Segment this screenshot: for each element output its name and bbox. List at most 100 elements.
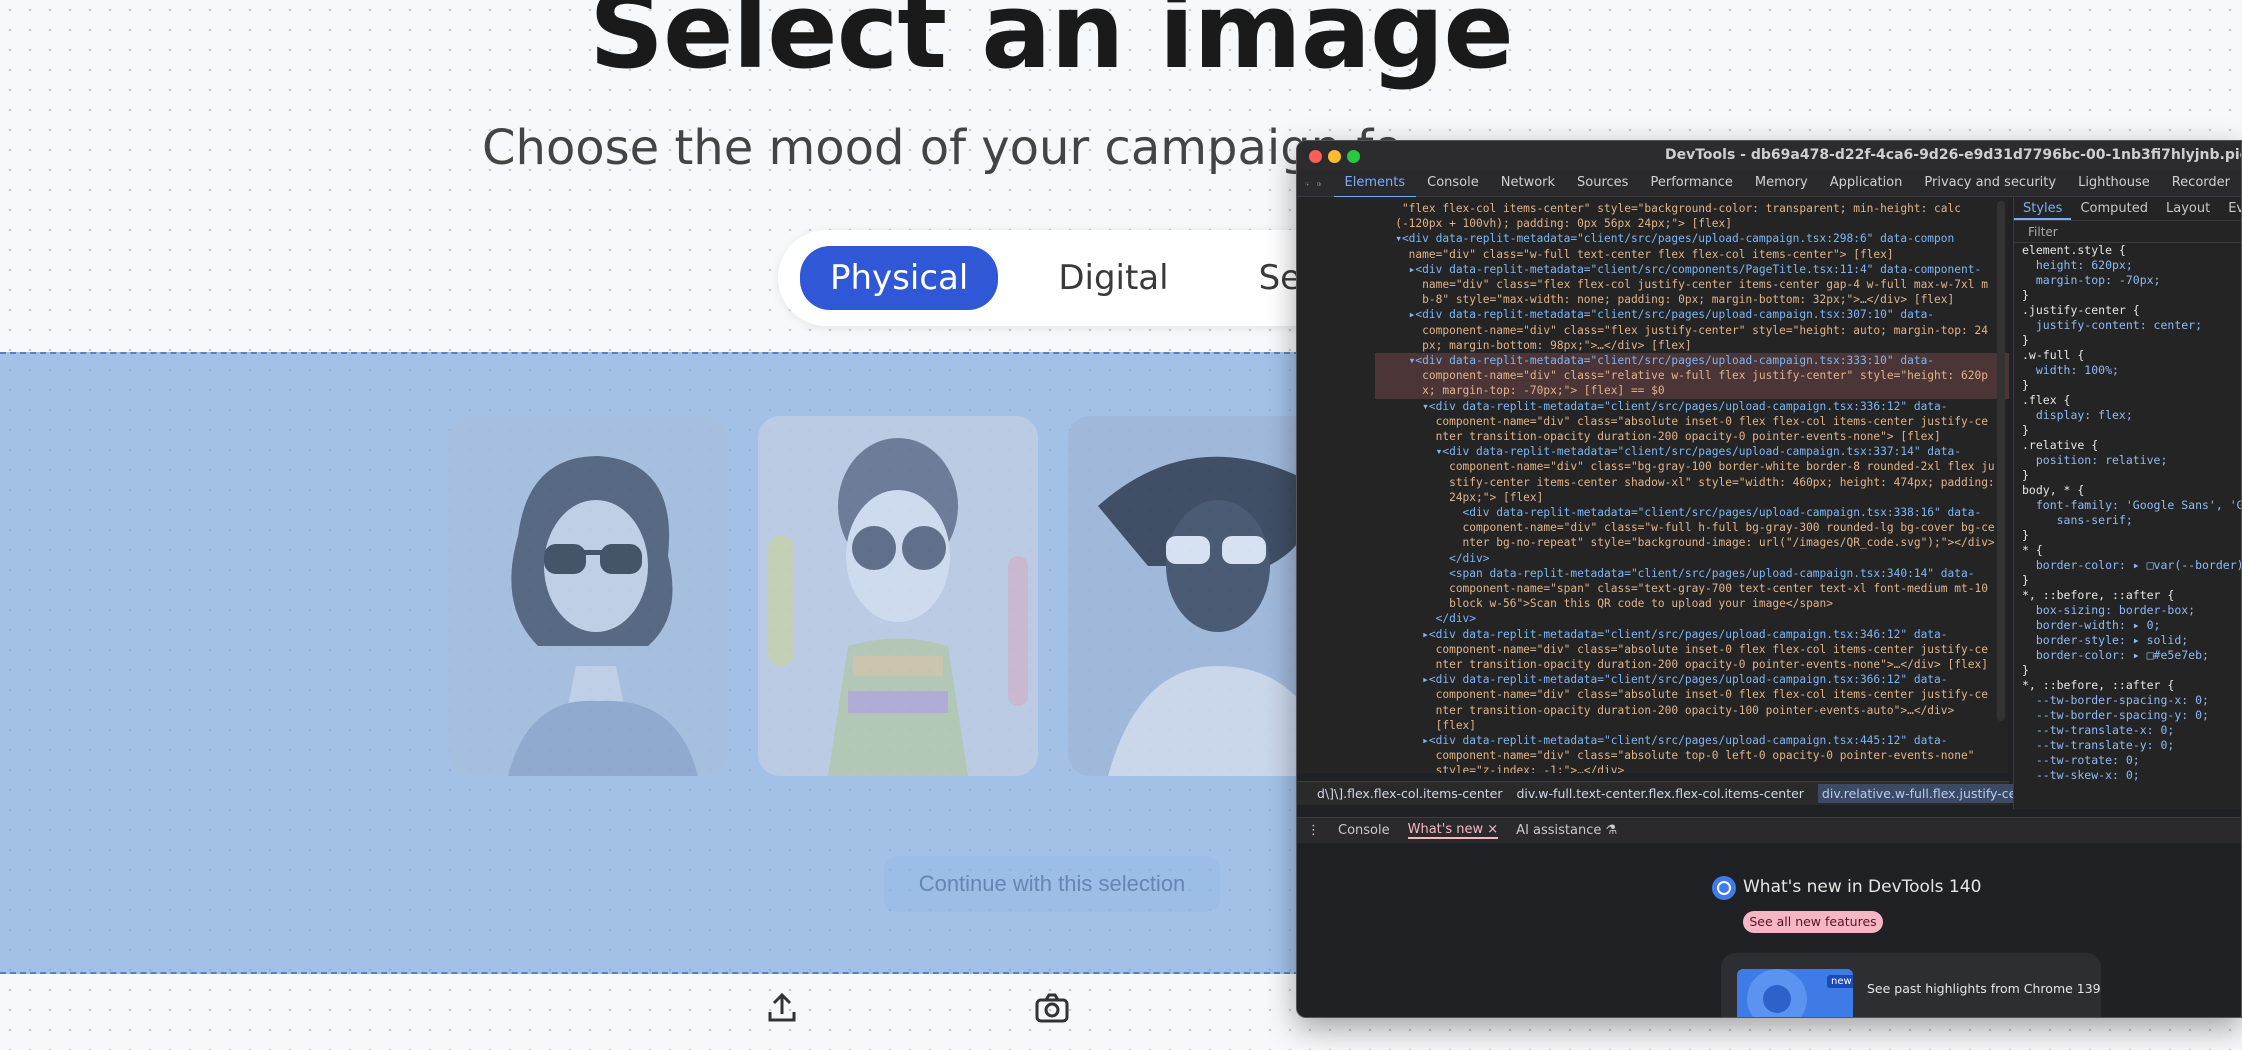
- devtools-tab-recorder[interactable]: Recorder: [2161, 170, 2241, 198]
- dom-node-line[interactable]: </div>: [1375, 551, 2009, 566]
- styles-filter-input[interactable]: Filter: [2014, 221, 2241, 243]
- dom-node-line[interactable]: component-name="div" class="flex justify…: [1375, 323, 2009, 338]
- dom-node-line[interactable]: block w-56">Scan this QR code to upload …: [1375, 596, 2009, 611]
- dom-node-line[interactable]: ▾<div data-replit-metadata="client/src/p…: [1375, 353, 2009, 369]
- styles-tab-computed[interactable]: Computed: [2071, 197, 2157, 220]
- style-rule-line[interactable]: }: [2014, 468, 2241, 483]
- minimize-window-icon[interactable]: [1328, 150, 1341, 163]
- style-rule-line[interactable]: margin-top: -70px;: [2014, 273, 2241, 288]
- devtools-tab-memory[interactable]: Memory: [1744, 170, 1819, 198]
- style-rule-line[interactable]: .relative {: [2014, 438, 2241, 453]
- style-rule-line[interactable]: }: [2014, 573, 2241, 588]
- style-rule-line[interactable]: border-style: ▸ solid;: [2014, 633, 2241, 648]
- devtools-tab-console[interactable]: Console: [1416, 170, 1490, 198]
- style-rule-line[interactable]: }: [2014, 288, 2241, 303]
- dom-node-line[interactable]: 24px;"> [flex]: [1375, 490, 2009, 505]
- style-rule-line[interactable]: }: [2014, 528, 2241, 543]
- dom-node-line[interactable]: component-name="div" class="absolute ins…: [1375, 687, 2009, 702]
- styles-tab-even[interactable]: Even: [2219, 197, 2241, 220]
- dom-node-line[interactable]: x; margin-top: -70px;"> [flex] == $0: [1375, 383, 2009, 399]
- style-rule-line[interactable]: body, * {: [2014, 483, 2241, 498]
- devtools-tab-lighthouse[interactable]: Lighthouse: [2067, 170, 2161, 198]
- style-rule-line[interactable]: display: flex;: [2014, 408, 2241, 423]
- dom-node-line[interactable]: component-name="span" class="text-gray-7…: [1375, 581, 2009, 596]
- upload-icon[interactable]: [762, 988, 802, 1028]
- devtools-tab-application[interactable]: Application: [1819, 170, 1914, 198]
- dom-node-line[interactable]: [flex]: [1375, 718, 2009, 733]
- style-rule-line[interactable]: font-family: 'Google Sans', 'Goo: [2014, 498, 2241, 513]
- dom-node-line[interactable]: nter bg-no-repeat" style="background-ima…: [1375, 535, 2009, 550]
- devtools-tab-sources[interactable]: Sources: [1566, 170, 1639, 198]
- style-rule-line[interactable]: --tw-border-spacing-x: 0;: [2014, 693, 2241, 708]
- dom-node-line[interactable]: "flex flex-col items-center" style="back…: [1375, 201, 2009, 216]
- camera-icon[interactable]: [1032, 988, 1072, 1028]
- breadcrumb-item[interactable]: d\]\].flex.flex-col.items-center: [1317, 786, 1503, 801]
- style-rule-line[interactable]: width: 100%;: [2014, 363, 2241, 378]
- dom-node-line[interactable]: (-120px + 100vh); padding: 0px 56px 24px…: [1375, 216, 2009, 231]
- dom-node-line[interactable]: name="div" class="flex flex-col justify-…: [1375, 277, 2009, 292]
- dom-node-line[interactable]: ▾<div data-replit-metadata="client/src/p…: [1375, 231, 2009, 246]
- style-rule-line[interactable]: box-sizing: border-box;: [2014, 603, 2241, 618]
- past-highlights-card[interactable]: new See past highlights from Chrome 139: [1721, 953, 2101, 1017]
- maximize-window-icon[interactable]: [1347, 150, 1360, 163]
- style-rule-line[interactable]: border-color: ▸ □var(--border);: [2014, 558, 2241, 573]
- dom-node-line[interactable]: nter transition-opacity duration-200 opa…: [1375, 657, 2009, 672]
- tab-digital[interactable]: Digital: [1028, 246, 1198, 310]
- dom-node-line[interactable]: ▸<div data-replit-metadata="client/src/c…: [1375, 262, 2009, 277]
- devtools-tab-elements[interactable]: Elements: [1333, 170, 1417, 198]
- close-tab-icon[interactable]: ×: [1487, 822, 1498, 837]
- drawer-tab-ai-assistance[interactable]: AI assistance ⚗: [1516, 823, 1617, 838]
- dom-node-line[interactable]: ▾<div data-replit-metadata="client/src/p…: [1375, 399, 2009, 414]
- dom-node-line[interactable]: ▸<div data-replit-metadata="client/src/p…: [1375, 627, 2009, 642]
- inspect-element-icon[interactable]: [1305, 175, 1309, 193]
- style-rule-line[interactable]: *, ::before, ::after {: [2014, 678, 2241, 693]
- tab-physical[interactable]: Physical: [800, 246, 999, 310]
- dom-node-line[interactable]: component-name="div" class="absolute ins…: [1375, 642, 2009, 657]
- elements-scrollbar[interactable]: [1997, 201, 2005, 721]
- dom-node-line[interactable]: component-name="div" class="bg-gray-100 …: [1375, 459, 2009, 474]
- style-rule-line[interactable]: }: [2014, 333, 2241, 348]
- style-rule-line[interactable]: *, ::before, ::after {: [2014, 588, 2241, 603]
- dom-node-line[interactable]: nter transition-opacity duration-200 opa…: [1375, 703, 2009, 718]
- dom-node-line[interactable]: px; margin-bottom: 98px;">…</div> [flex]: [1375, 338, 2009, 353]
- style-rule-line[interactable]: border-color: ▸ □#e5e7eb;: [2014, 648, 2241, 663]
- dom-node-line[interactable]: component-name="div" class="absolute ins…: [1375, 414, 2009, 429]
- style-rule-line[interactable]: .justify-center {: [2014, 303, 2241, 318]
- style-rule-line[interactable]: element.style {: [2014, 243, 2241, 258]
- drawer-tab-console[interactable]: Console: [1338, 823, 1390, 838]
- breadcrumb-item[interactable]: div.relative.w-full.flex.justify-center: [1817, 784, 2046, 803]
- dom-node-line[interactable]: <span data-replit-metadata="client/src/p…: [1375, 566, 2009, 581]
- dom-node-line[interactable]: ▾<div data-replit-metadata="client/src/p…: [1375, 444, 2009, 459]
- style-rule-line[interactable]: border-width: ▸ 0;: [2014, 618, 2241, 633]
- style-rule-line[interactable]: justify-content: center;: [2014, 318, 2241, 333]
- dom-node-line[interactable]: style="z-index: -1;">…</div>: [1375, 763, 2009, 773]
- breadcrumb-item[interactable]: div.w-full.text-center.flex.flex-col.ite…: [1517, 786, 1804, 801]
- style-rule-line[interactable]: --tw-translate-y: 0;: [2014, 738, 2241, 753]
- style-rule-line[interactable]: sans-serif;: [2014, 513, 2241, 528]
- style-rule-line[interactable]: position: relative;: [2014, 453, 2241, 468]
- style-rule-line[interactable]: }: [2014, 423, 2241, 438]
- dom-node-line[interactable]: component-name="div" class="absolute top…: [1375, 748, 2009, 763]
- dom-node-line[interactable]: name="div" class="w-full text-center fle…: [1375, 247, 2009, 262]
- elements-panel[interactable]: "flex flex-col items-center" style="back…: [1297, 197, 2009, 773]
- dom-node-line[interactable]: ▸<div data-replit-metadata="client/src/p…: [1375, 307, 2009, 322]
- devtools-tab-privacy-and-security[interactable]: Privacy and security: [1913, 170, 2067, 198]
- close-window-icon[interactable]: [1309, 150, 1322, 163]
- styles-tab-styles[interactable]: Styles: [2014, 197, 2072, 220]
- style-rule-line[interactable]: height: 620px;: [2014, 258, 2241, 273]
- style-rule-line[interactable]: --tw-skew-x: 0;: [2014, 768, 2241, 783]
- image-card-1[interactable]: [448, 416, 728, 776]
- dom-node-line[interactable]: component-name="div" class="w-full h-ful…: [1375, 520, 2009, 535]
- dom-node-line[interactable]: component-name="div" class="relative w-f…: [1375, 368, 2009, 384]
- devtools-tab-network[interactable]: Network: [1490, 170, 1566, 198]
- continue-button[interactable]: Continue with this selection: [884, 856, 1220, 912]
- dom-node-line[interactable]: b-8" style="max-width: none; padding: 0p…: [1375, 292, 2009, 307]
- see-all-features-button[interactable]: See all new features: [1743, 911, 1883, 933]
- image-card-2[interactable]: [758, 416, 1038, 776]
- style-rule-line[interactable]: }: [2014, 663, 2241, 678]
- style-rule-line[interactable]: }: [2014, 378, 2241, 393]
- style-rule-line[interactable]: .flex {: [2014, 393, 2241, 408]
- drawer-menu-icon[interactable]: ⋮: [1307, 823, 1320, 838]
- devtools-tab-performance[interactable]: Performance: [1639, 170, 1743, 198]
- dom-node-line[interactable]: nter transition-opacity duration-200 opa…: [1375, 429, 2009, 444]
